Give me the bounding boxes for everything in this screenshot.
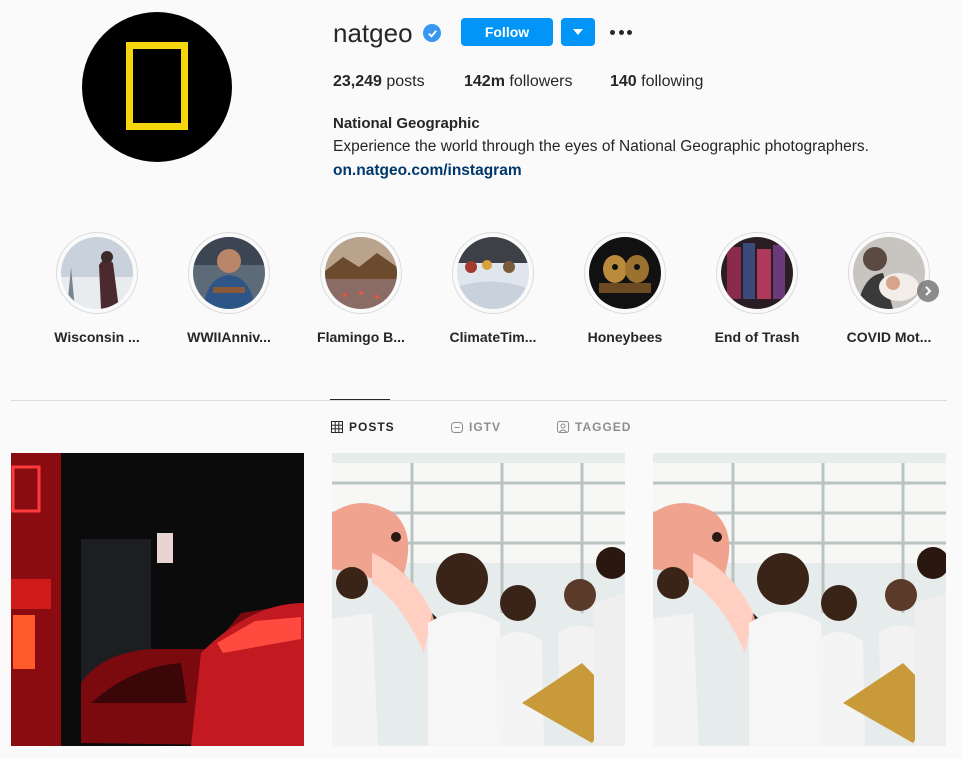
profile-full-name: National Geographic — [333, 115, 480, 132]
dot-icon — [610, 29, 615, 35]
verified-badge-icon — [423, 24, 441, 42]
igtv-icon — [451, 422, 463, 433]
chevron-down-icon — [573, 29, 583, 35]
profile-avatar[interactable] — [82, 12, 232, 162]
highlights-next-button[interactable] — [917, 280, 939, 302]
grid-icon — [331, 421, 343, 433]
followers-link[interactable]: 142m followers — [464, 73, 573, 91]
tab-posts[interactable]: POSTS — [331, 420, 395, 434]
highlight-label: Honeybees — [587, 329, 663, 345]
highlight-label: WWIIAnniv... — [187, 329, 271, 345]
tab-label: POSTS — [349, 420, 395, 434]
highlight-label: Wisconsin ... — [54, 329, 140, 345]
natgeo-logo-icon — [126, 42, 188, 130]
post-thumbnail[interactable] — [332, 453, 625, 746]
tabs-divider — [11, 400, 947, 401]
highlight-label: ClimateTim... — [449, 329, 537, 345]
profile-website-link[interactable]: on.natgeo.com/instagram — [333, 162, 522, 180]
tab-tagged[interactable]: TAGGED — [557, 420, 631, 434]
dot-icon — [618, 29, 624, 35]
active-tab-indicator — [330, 399, 390, 400]
follow-button[interactable]: Follow — [461, 18, 553, 46]
more-options-button[interactable] — [609, 24, 633, 40]
post-thumbnail[interactable] — [11, 453, 304, 746]
highlight-label: COVID Mot... — [846, 329, 932, 345]
tab-igtv[interactable]: IGTV — [451, 420, 501, 434]
highlight-label: Flamingo B... — [317, 329, 405, 345]
suggested-accounts-dropdown-button[interactable] — [561, 18, 595, 46]
following-link[interactable]: 140 following — [610, 73, 703, 91]
highlight-label: End of Trash — [714, 329, 800, 345]
posts-count: 23,249 posts — [333, 73, 425, 90]
dot-icon — [627, 29, 632, 35]
post-thumbnail[interactable] — [653, 453, 946, 746]
tab-label: TAGGED — [575, 420, 632, 434]
tagged-icon — [557, 421, 569, 433]
profile-username: natgeo — [333, 18, 413, 48]
tab-label: IGTV — [469, 420, 502, 434]
chevron-right-icon — [925, 286, 932, 296]
profile-bio: Experience the world through the eyes of… — [333, 138, 869, 155]
